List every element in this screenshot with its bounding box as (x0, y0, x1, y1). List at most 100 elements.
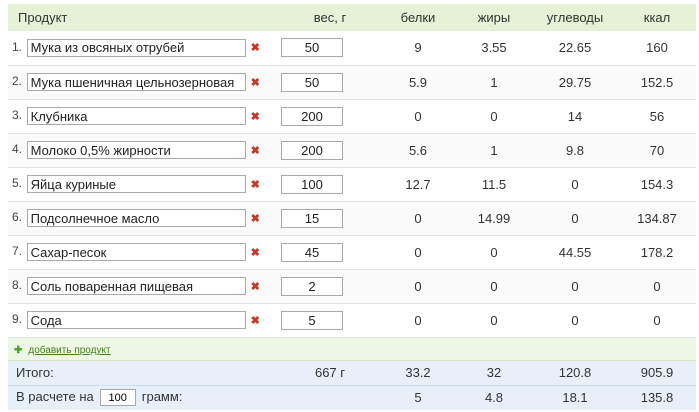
per-fat: 4.8 (456, 385, 532, 410)
weight-input[interactable] (281, 72, 343, 92)
weight-input[interactable] (281, 140, 343, 160)
total-weight: 667 г (280, 360, 380, 386)
fat-value: 14.99 (456, 201, 532, 236)
product-cell: 4. ✖ (8, 133, 280, 168)
table-row: 7. ✖ 0 0 44.55 178.2 (8, 235, 696, 270)
table-row: 3. ✖ 0 0 14 56 (8, 99, 696, 134)
table-row: 4. ✖ 5.6 1 9.8 70 (8, 133, 696, 168)
kcal-value: 178.2 (618, 235, 696, 270)
weight-cell (280, 167, 380, 202)
per-amount-input[interactable] (99, 389, 136, 407)
product-name-input[interactable] (26, 107, 246, 125)
weight-input[interactable] (281, 276, 343, 296)
fat-value: 1 (456, 133, 532, 168)
weight-input[interactable] (281, 242, 343, 262)
product-cell: 6. ✖ (8, 201, 280, 236)
per-carbs: 18.1 (532, 385, 618, 410)
total-carbs: 120.8 (532, 360, 618, 386)
kcal-value: 160 (618, 31, 696, 66)
product-name-input[interactable] (26, 73, 246, 91)
weight-cell (280, 99, 380, 134)
product-name-input[interactable] (26, 141, 246, 159)
delete-icon[interactable]: ✖ (251, 314, 260, 327)
carbs-value: 0 (532, 167, 618, 202)
kcal-value: 152.5 (618, 65, 696, 100)
kcal-value: 0 (618, 269, 696, 304)
recipe-calculator-table: Продукт вес, г белки жиры углеводы ккал … (8, 4, 696, 410)
product-name-input[interactable] (26, 311, 246, 329)
row-index: 1. (12, 40, 23, 55)
product-cell: 9. ✖ (8, 303, 280, 338)
header-row: Продукт вес, г белки жиры углеводы ккал (8, 4, 696, 31)
fat-value: 1 (456, 65, 532, 100)
protein-value: 0 (380, 99, 456, 134)
fat-value: 0 (456, 99, 532, 134)
kcal-value: 70 (618, 133, 696, 168)
delete-icon[interactable]: ✖ (251, 144, 260, 157)
header-carbs: углеводы (532, 4, 618, 31)
product-cell: 8. ✖ (8, 269, 280, 304)
fat-value: 0 (456, 303, 532, 338)
kcal-value: 0 (618, 303, 696, 338)
protein-value: 0 (380, 303, 456, 338)
carbs-value: 0 (532, 201, 618, 236)
row-index: 4. (12, 142, 23, 157)
delete-icon[interactable]: ✖ (251, 212, 260, 225)
carbs-value: 0 (532, 269, 618, 304)
carbs-value: 22.65 (532, 31, 618, 66)
total-protein: 33.2 (380, 360, 456, 386)
per-protein: 5 (380, 385, 456, 410)
carbs-value: 9.8 (532, 133, 618, 168)
weight-cell (280, 303, 380, 338)
header-product: Продукт (8, 4, 280, 31)
row-index: 3. (12, 108, 23, 123)
total-label: Итого: (8, 360, 280, 386)
weight-input[interactable] (281, 106, 343, 126)
delete-icon[interactable]: ✖ (251, 76, 260, 89)
product-name-input[interactable] (26, 175, 246, 193)
protein-value: 0 (380, 235, 456, 270)
delete-icon[interactable]: ✖ (251, 280, 260, 293)
product-cell: 2. ✖ (8, 65, 280, 100)
product-name-input[interactable] (26, 38, 246, 57)
weight-input[interactable] (281, 174, 343, 194)
add-product-link[interactable]: добавить продукт (28, 345, 110, 356)
delete-icon[interactable]: ✖ (251, 110, 260, 123)
kcal-value: 56 (618, 99, 696, 134)
table-row: 8. ✖ 0 0 0 0 (8, 269, 696, 304)
table-row: 9. ✖ 0 0 0 0 (8, 303, 696, 338)
fat-value: 0 (456, 235, 532, 270)
protein-value: 12.7 (380, 167, 456, 202)
add-product-row: ✚ добавить продукт (8, 337, 696, 361)
delete-icon[interactable]: ✖ (251, 178, 260, 191)
kcal-value: 154.3 (618, 167, 696, 202)
table-row: 5. ✖ 12.7 11.5 0 154.3 (8, 167, 696, 202)
protein-value: 5.9 (380, 65, 456, 100)
weight-input[interactable] (281, 310, 343, 330)
plus-icon[interactable]: ✚ (14, 345, 22, 356)
total-fat: 32 (456, 360, 532, 386)
weight-cell (280, 133, 380, 168)
row-index: 8. (12, 278, 23, 293)
per-label-before: В расчете на (16, 388, 94, 404)
delete-icon[interactable]: ✖ (251, 246, 260, 259)
header-kcal: ккал (618, 4, 696, 31)
kcal-value: 134.87 (618, 201, 696, 236)
table-row: 2. ✖ 5.9 1 29.75 152.5 (8, 65, 696, 100)
product-name-input[interactable] (26, 243, 246, 261)
carbs-value: 14 (532, 99, 618, 134)
header-fat: жиры (456, 4, 532, 31)
weight-input[interactable] (281, 208, 343, 228)
product-name-input[interactable] (26, 209, 246, 227)
product-name-input[interactable] (26, 277, 246, 295)
product-cell: 5. ✖ (8, 167, 280, 202)
fat-value: 3.55 (456, 31, 532, 66)
per-amount-row: В расчете на грамм: 5 4.8 18.1 135.8 (8, 385, 696, 410)
row-index: 7. (12, 244, 23, 259)
total-kcal: 905.9 (618, 360, 696, 386)
row-index: 2. (12, 74, 23, 89)
delete-icon[interactable]: ✖ (251, 41, 260, 54)
weight-cell (280, 31, 380, 66)
weight-input[interactable] (281, 38, 343, 58)
protein-value: 5.6 (380, 133, 456, 168)
